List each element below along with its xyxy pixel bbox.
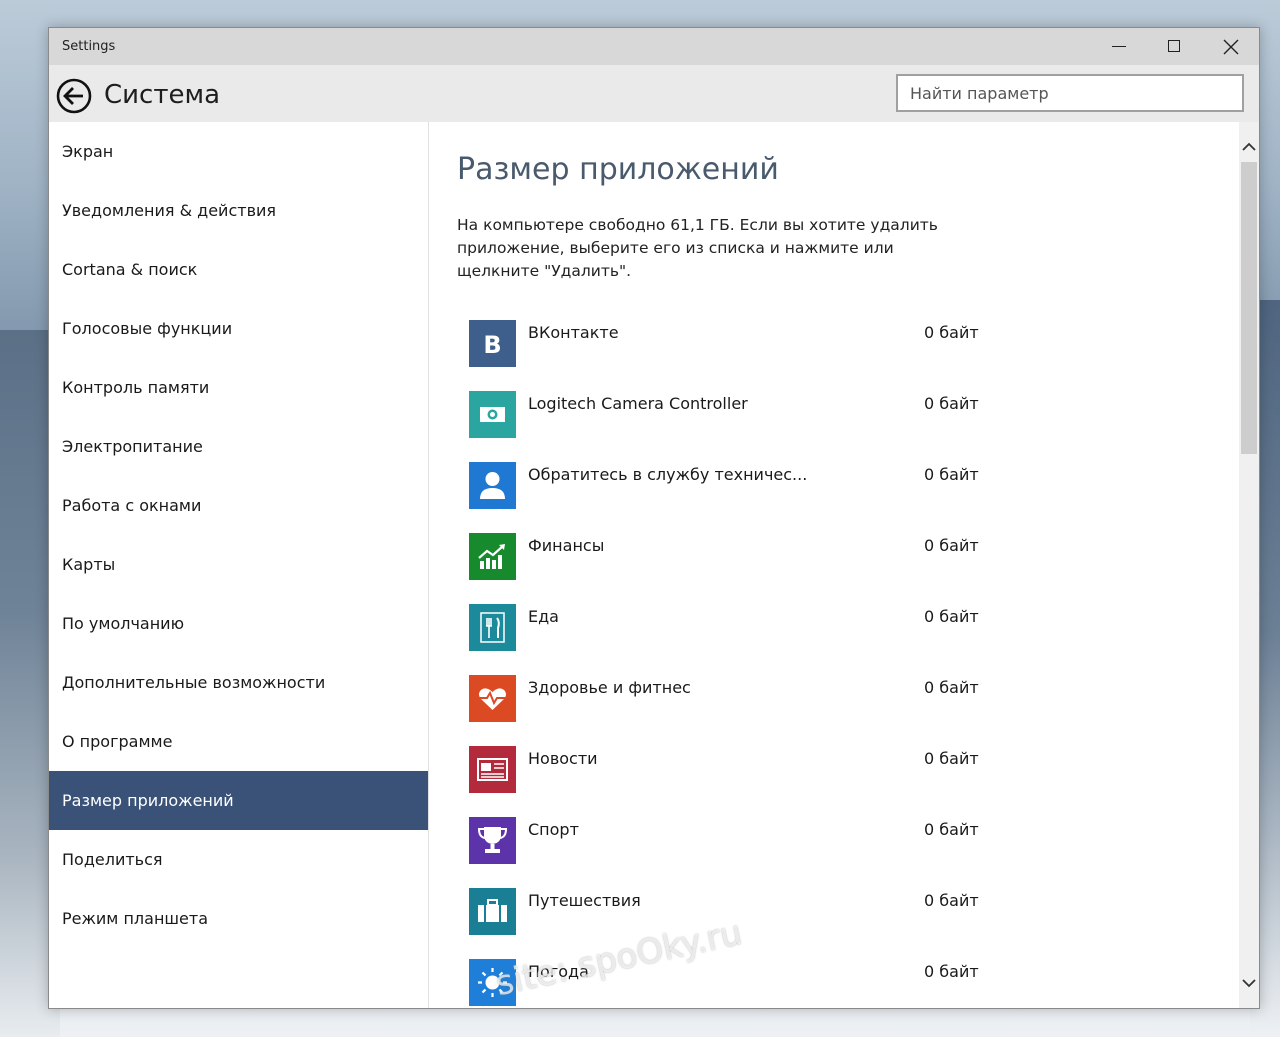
sidebar: Экран Уведомления & действия Cortana & п… (49, 122, 429, 1008)
settings-window: Settings Система Экран Уведомления & дей… (48, 27, 1260, 1009)
scroll-thumb[interactable] (1241, 162, 1257, 454)
sidebar-item-cortana[interactable]: Cortana & поиск (49, 240, 428, 299)
scroll-up-button[interactable] (1239, 122, 1259, 162)
sidebar-item-notifications[interactable]: Уведомления & действия (49, 181, 428, 240)
sidebar-item-about[interactable]: О программе (49, 712, 428, 771)
app-row-news[interactable]: Новости 0 байт (469, 746, 1009, 794)
back-arrow-icon (56, 78, 92, 114)
fork-knife-icon (469, 604, 516, 651)
search-input[interactable] (896, 74, 1244, 112)
scroll-down-button[interactable] (1239, 968, 1259, 1008)
main-content: Размер приложений На компьютере свободно… (429, 122, 1239, 1008)
app-row-sport[interactable]: Спорт 0 байт (469, 817, 1009, 865)
chevron-down-icon (1242, 979, 1256, 988)
app-name: Спорт (528, 820, 579, 839)
newspaper-icon (469, 746, 516, 793)
finance-chart-icon (469, 533, 516, 580)
app-name: Еда (528, 607, 559, 626)
sidebar-item-defaults[interactable]: По умолчанию (49, 594, 428, 653)
app-name: Новости (528, 749, 598, 768)
app-row-health-fitness[interactable]: Здоровье и фитнес 0 байт (469, 675, 1009, 723)
minimize-button[interactable] (1091, 28, 1147, 65)
sidebar-item-app-sizes[interactable]: Размер приложений (49, 771, 428, 830)
sidebar-item-tablet-mode[interactable]: Режим планшета (49, 889, 428, 948)
app-name: Путешествия (528, 891, 641, 910)
content-scrollbar[interactable] (1239, 122, 1259, 1008)
sidebar-item-maps[interactable]: Карты (49, 535, 428, 594)
app-size: 0 байт (924, 749, 979, 768)
heart-pulse-icon (469, 675, 516, 722)
app-name: Финансы (528, 536, 605, 555)
app-size: 0 байт (924, 607, 979, 626)
app-name: ВКонтакте (528, 323, 619, 342)
app-size: 0 байт (924, 394, 979, 413)
app-size: 0 байт (924, 465, 979, 484)
section-description: На компьютере свободно 61,1 ГБ. Если вы … (457, 216, 938, 280)
close-button[interactable] (1203, 28, 1259, 65)
minimize-icon (1112, 46, 1126, 47)
app-name: Обратитесь в службу техничес... (528, 465, 808, 484)
back-button[interactable] (56, 78, 92, 114)
sidebar-item-voice[interactable]: Голосовые функции (49, 299, 428, 358)
chevron-up-icon (1242, 142, 1256, 151)
sidebar-item-screen[interactable]: Экран (49, 122, 428, 181)
suitcase-icon (469, 888, 516, 935)
app-row-food[interactable]: Еда 0 байт (469, 604, 1009, 652)
page-title: Система (104, 80, 221, 110)
app-name: Logitech Camera Controller (528, 394, 748, 413)
maximize-icon (1168, 40, 1180, 52)
section-heading: Размер приложений (457, 152, 779, 187)
app-name: Здоровье и фитнес (528, 678, 691, 697)
app-size: 0 байт (924, 820, 979, 839)
sidebar-item-multitasking[interactable]: Работа с окнами (49, 476, 428, 535)
page-header: Система (49, 65, 1259, 122)
app-size: 0 байт (924, 891, 979, 910)
maximize-button[interactable] (1147, 28, 1203, 65)
app-row-vkontakte[interactable]: B ВКонтакте 0 байт (469, 320, 1009, 368)
title-bar: Settings (49, 28, 1259, 65)
close-icon (1223, 39, 1239, 55)
app-size: 0 байт (924, 678, 979, 697)
camera-icon (469, 391, 516, 438)
app-row-finance[interactable]: Финансы 0 байт (469, 533, 1009, 581)
trophy-icon (469, 817, 516, 864)
app-size: 0 байт (924, 323, 979, 342)
sidebar-item-share[interactable]: Поделиться (49, 830, 428, 889)
sidebar-item-accessibility[interactable]: Дополнительные возможности (49, 653, 428, 712)
app-row-contact-support[interactable]: Обратитесь в службу техничес... 0 байт (469, 462, 1009, 510)
sidebar-item-storage[interactable]: Контроль памяти (49, 358, 428, 417)
support-person-icon (469, 462, 516, 509)
window-title: Settings (62, 39, 116, 54)
svg-text:B: B (483, 331, 501, 359)
app-size: 0 байт (924, 536, 979, 555)
app-size: 0 байт (924, 962, 979, 981)
app-row-logitech-camera[interactable]: Logitech Camera Controller 0 байт (469, 391, 1009, 439)
sidebar-item-power[interactable]: Электропитание (49, 417, 428, 476)
vk-logo-icon: B (469, 320, 516, 367)
